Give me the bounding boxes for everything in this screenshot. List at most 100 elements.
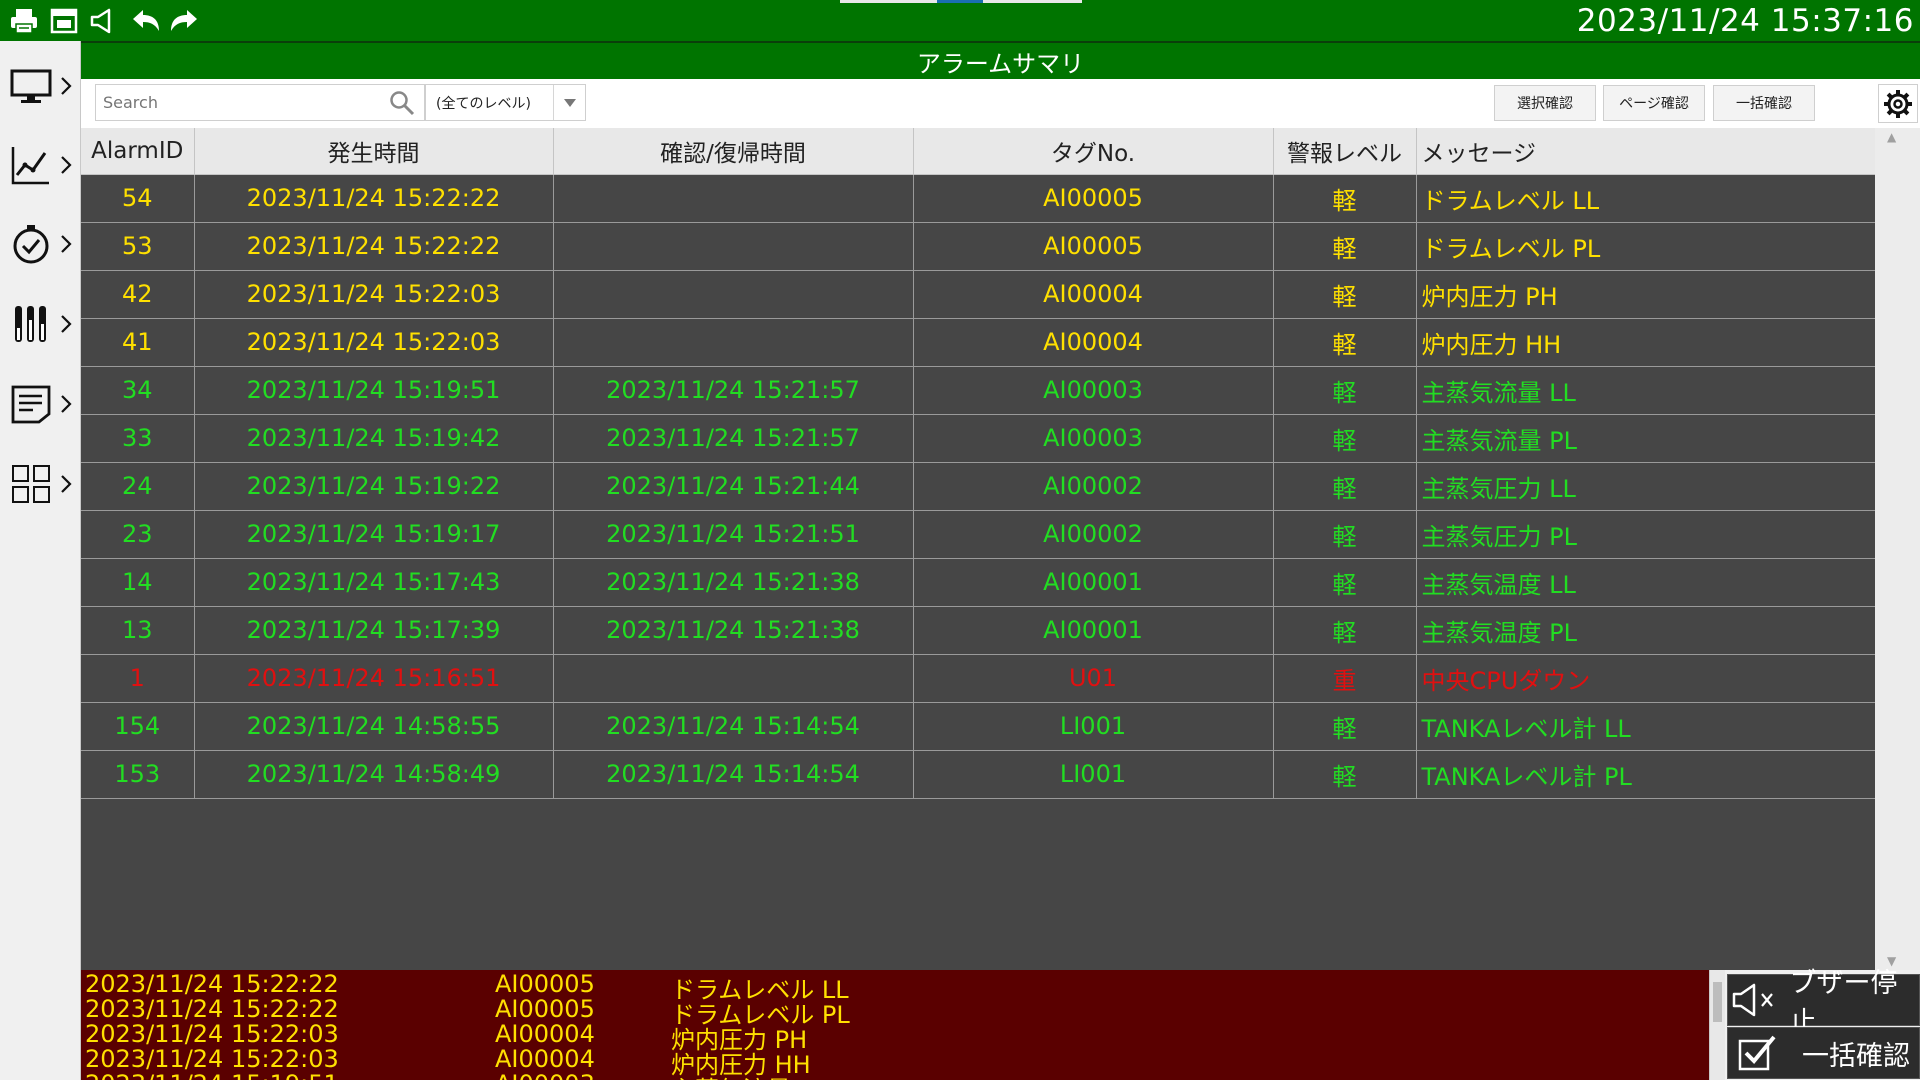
table-row[interactable]: 154 2023/11/24 14:58:55 2023/11/24 15:14:5… [81,702,1876,751]
redo-icon[interactable] [168,6,200,36]
table-row[interactable]: 34 2023/11/24 15:19:51 2023/11/24 15:21:57… [81,366,1876,415]
sidebar-item-document[interactable] [0,369,81,439]
confirm-time: 2023/11/24 15:14:54 [553,750,914,799]
tag-no: AI00005 [913,174,1274,223]
chevron-right-icon [56,75,76,97]
occurred-time: 2023/11/24 14:58:49 [194,750,554,799]
search-box [95,84,425,121]
print-icon[interactable] [8,6,40,36]
sidebar-item-meter[interactable] [0,289,81,359]
buzzer-stop-button[interactable]: ブザー停止 [1727,968,1920,1038]
table-row[interactable]: 24 2023/11/24 15:19:22 2023/11/24 15:21:44… [81,462,1876,511]
chevron-right-icon [56,233,76,255]
sidebar-item-grid[interactable] [0,449,81,519]
checkbox-check-icon [1728,1029,1788,1077]
bulk-confirm-label: 一括確認 [1802,1040,1910,1072]
alarm-level: 重 [1273,654,1417,703]
alarm-level: 軽 [1273,270,1417,319]
alarm-id: 23 [81,510,195,559]
tag-no: AI00003 [913,366,1274,415]
confirm-time: 2023/11/24 15:21:57 [553,414,914,463]
speaker-mute-icon [1728,976,1786,1024]
table-row[interactable]: 13 2023/11/24 15:17:39 2023/11/24 15:21:38… [81,606,1876,655]
occurred-time: 2023/11/24 15:22:22 [194,222,554,271]
search-input[interactable] [96,85,386,120]
occurred-time: 2023/11/24 15:19:22 [194,462,554,511]
ticker-time: 2023/11/24 15:19:51 [85,1070,339,1080]
column-header-occurred-time[interactable]: 発生時間 [194,128,554,175]
undo-icon[interactable] [130,6,162,36]
occurred-time: 2023/11/24 15:19:51 [194,366,554,415]
timer-icon [6,219,56,269]
alarm-level: 軽 [1273,174,1417,223]
confirm-time: 2023/11/24 15:21:51 [553,510,914,559]
table-row[interactable]: 41 2023/11/24 15:22:03 AI00004 軽炉内圧力 HH [81,318,1876,367]
table-row[interactable]: 153 2023/11/24 14:58:49 2023/11/24 15:14:5… [81,750,1876,799]
bulk-confirm-button[interactable]: 一括確認 [1713,85,1815,121]
column-header-message[interactable]: メッセージ [1416,128,1876,175]
alarm-level: 軽 [1273,414,1417,463]
table-row[interactable]: 42 2023/11/24 15:22:03 AI00004 軽炉内圧力 PH [81,270,1876,319]
alarm-message: 主蒸気圧力 PL [1416,510,1876,559]
tag-no: AI00001 [913,558,1274,607]
column-header-confirm-time[interactable]: 確認/復帰時間 [553,128,914,175]
table-row[interactable]: 23 2023/11/24 15:19:17 2023/11/24 15:21:51… [81,510,1876,559]
scroll-up-icon[interactable]: ▲ [1887,130,1896,144]
table-row[interactable]: 14 2023/11/24 15:17:43 2023/11/24 15:21:38… [81,558,1876,607]
clock: 2023/11/24 15:37:16 [1576,3,1914,39]
occurred-time: 2023/11/24 15:17:39 [194,606,554,655]
column-header-alarm-id[interactable]: AlarmID [81,128,195,175]
alarm-id: 33 [81,414,195,463]
alarm-id: 14 [81,558,195,607]
settings-button[interactable] [1878,84,1918,123]
ticker-tag: AI00003 [495,1070,595,1080]
sidebar-item-trend[interactable] [0,130,81,200]
tag-no: LI001 [913,702,1274,751]
occurred-time: 2023/11/24 15:19:42 [194,414,554,463]
alarm-message: 炉内圧力 HH [1416,318,1876,367]
alarm-level-select[interactable]: (全てのレベル) [425,84,586,121]
alarm-message: ドラムレベル PL [1416,222,1876,271]
ticker-scrollbar[interactable] [1709,970,1725,1080]
sidebar-item-monitor[interactable] [0,51,81,121]
alarm-id: 54 [81,174,195,223]
table-row[interactable]: 1 2023/11/24 15:16:51 U01 重中央CPUダウン [81,654,1876,703]
tag-no: AI00004 [913,270,1274,319]
ticker-message: 主蒸気流量 LL [671,1070,825,1080]
column-header-alarm-level[interactable]: 警報レベル [1273,128,1417,175]
select-confirm-button[interactable]: 選択確認 [1494,85,1596,121]
table-header-row: AlarmID 発生時間 確認/復帰時間 タグNo. 警報レベル メッセージ [81,128,1876,175]
ticker-time: 2023/11/24 15:22:03 [85,1020,339,1048]
alarm-id: 34 [81,366,195,415]
search-icon[interactable] [388,89,416,117]
confirm-time [553,270,914,319]
table-row[interactable]: 54 2023/11/24 15:22:22 AI00005 軽ドラムレベル LL [81,174,1876,223]
confirm-time [553,222,914,271]
alarm-message: TANKAレベル計 PL [1416,750,1876,799]
alarm-id: 1 [81,654,195,703]
speaker-icon[interactable] [88,6,120,36]
alarm-message: 主蒸気流量 PL [1416,414,1876,463]
page-confirm-button[interactable]: ページ確認 [1603,85,1705,121]
alarm-level: 軽 [1273,222,1417,271]
occurred-time: 2023/11/24 15:22:22 [194,174,554,223]
table-row[interactable]: 33 2023/11/24 15:19:42 2023/11/24 15:21:57… [81,414,1876,463]
table-scrollbar[interactable]: ▲ ▼ [1875,128,1920,970]
occurred-time: 2023/11/24 15:17:43 [194,558,554,607]
alarm-table: AlarmID 発生時間 確認/復帰時間 タグNo. 警報レベル メッセージ 5… [81,128,1920,970]
alarm-id: 13 [81,606,195,655]
confirm-time [553,174,914,223]
alarm-id: 154 [81,702,195,751]
ticker-tag: AI00005 [495,995,595,1023]
gear-icon [1884,89,1912,118]
sidebar-item-timer[interactable] [0,209,81,279]
bulk-confirm-action-button[interactable]: 一括確認 [1727,1027,1920,1079]
alarm-id: 153 [81,750,195,799]
table-row[interactable]: 53 2023/11/24 15:22:22 AI00005 軽ドラムレベル PL [81,222,1876,271]
print-window-icon[interactable] [48,6,80,36]
alarm-message: 主蒸気圧力 LL [1416,462,1876,511]
toolbar: (全てのレベル) 選択確認 ページ確認 一括確認 [81,79,1920,128]
monitor-icon [6,61,56,111]
column-header-tag-no[interactable]: タグNo. [913,128,1274,175]
trend-chart-icon [6,140,56,190]
